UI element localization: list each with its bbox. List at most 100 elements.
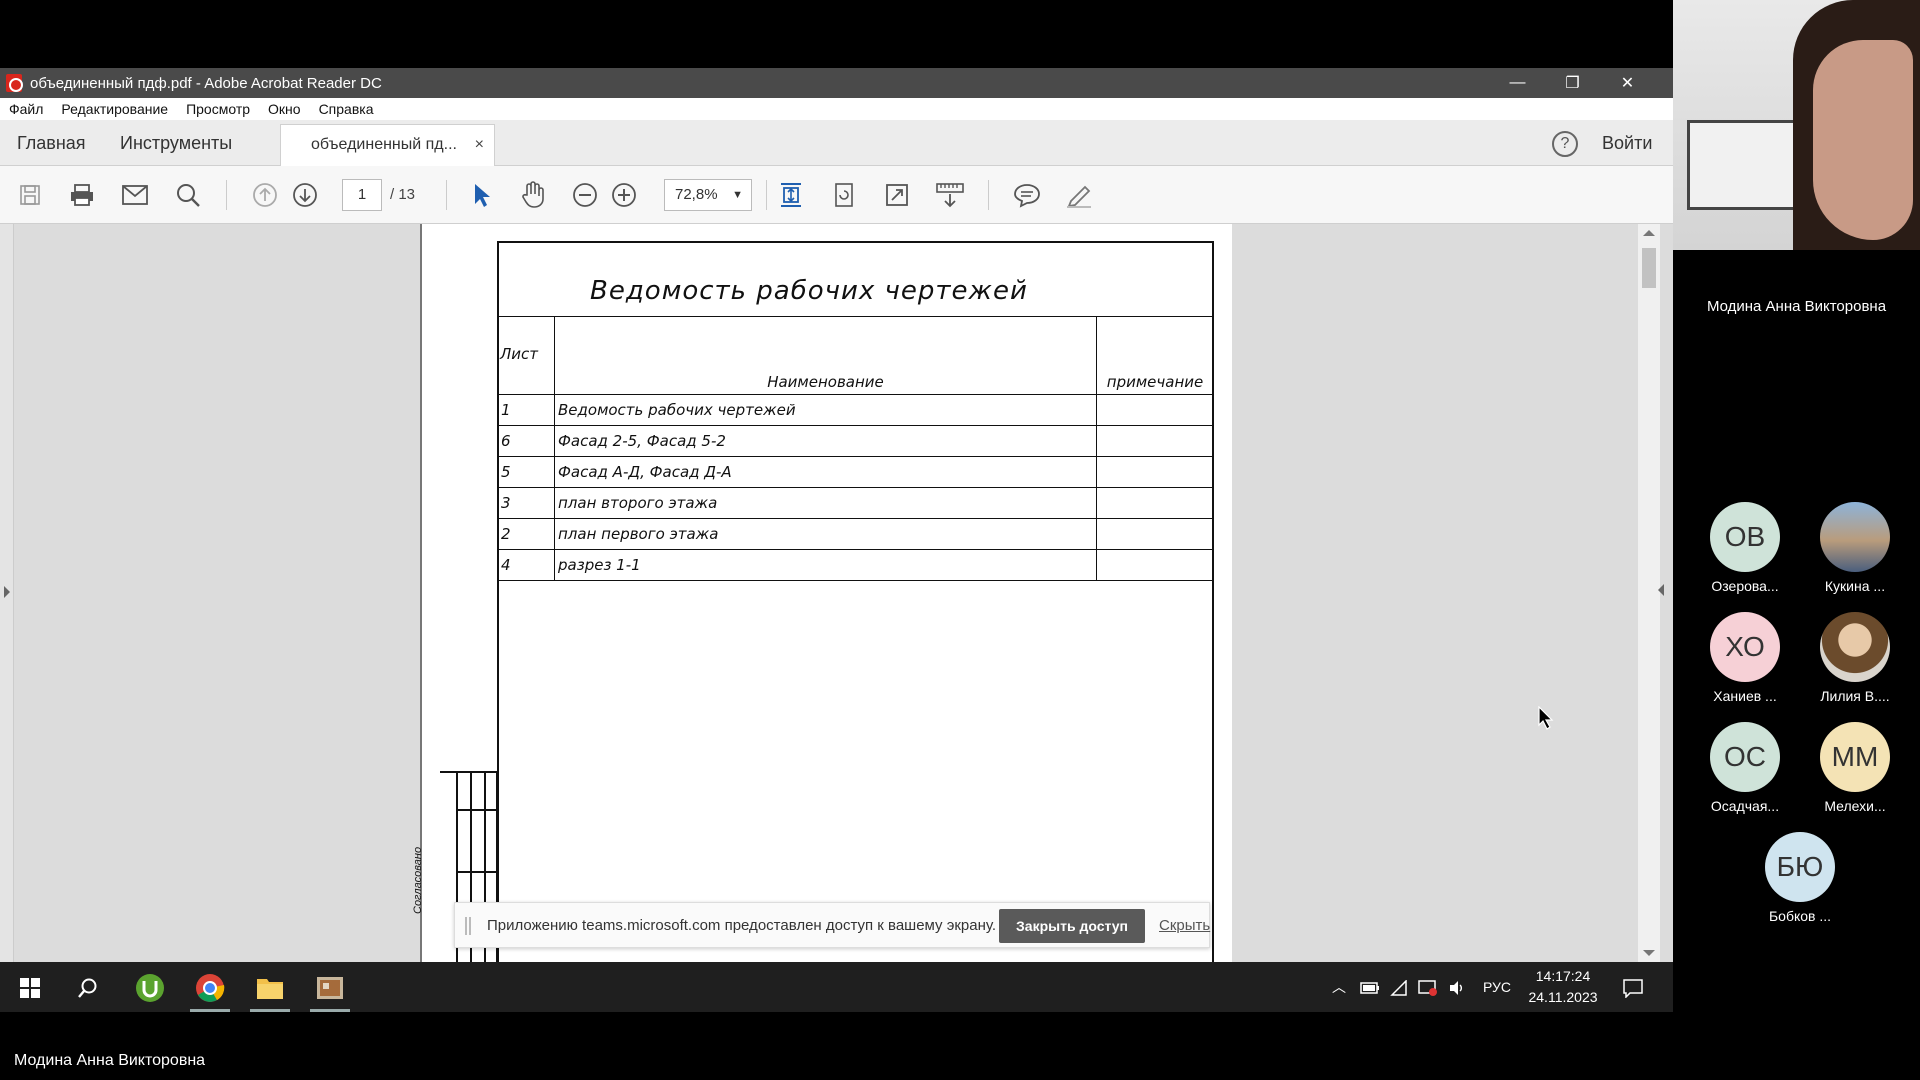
chrome-icon[interactable] xyxy=(188,970,232,1012)
participants-panel: Модина Анна Викторовна ОВ Озерова... Кук… xyxy=(1673,0,1920,1080)
cell-note xyxy=(1096,487,1214,519)
participant-name: Бобков ... xyxy=(1768,908,1832,924)
menu-edit[interactable]: Редактирование xyxy=(52,101,177,117)
participant-tile[interactable]: Кукина ... xyxy=(1800,502,1910,594)
start-icon[interactable] xyxy=(8,970,52,1006)
scroll-mode-icon[interactable] xyxy=(933,178,967,212)
save-icon[interactable] xyxy=(13,178,47,212)
tab-document-label: объединенный пд... xyxy=(311,136,457,153)
scroll-thumb[interactable] xyxy=(1642,248,1656,288)
menu-bar: Файл Редактирование Просмотр Окно Справк… xyxy=(0,98,1673,120)
cell-note xyxy=(1096,518,1214,550)
participant-tile[interactable]: ОС Осадчая... xyxy=(1690,722,1800,814)
cell-sheet: 3 xyxy=(497,487,555,519)
search-icon[interactable] xyxy=(171,178,205,212)
menu-view[interactable]: Просмотр xyxy=(177,101,259,117)
table-row: 3 план второго этажа xyxy=(497,487,1214,519)
comment-icon[interactable] xyxy=(1010,178,1044,212)
fullscreen-icon[interactable] xyxy=(880,178,914,212)
avatar: ММ xyxy=(1820,722,1890,792)
avatar xyxy=(1820,502,1890,572)
print-icon[interactable] xyxy=(65,178,99,212)
screen-share-banner: Приложению teams.microsoft.com предостав… xyxy=(454,902,1210,948)
help-icon[interactable]: ? xyxy=(1552,131,1578,157)
menu-window[interactable]: Окно xyxy=(259,101,310,117)
vertical-scrollbar[interactable] xyxy=(1638,224,1660,962)
menu-help[interactable]: Справка xyxy=(310,101,383,117)
header-name: Наименование xyxy=(554,316,1097,395)
language-indicator[interactable]: РУС xyxy=(1483,962,1511,1012)
right-panel-toggle[interactable] xyxy=(1658,584,1664,596)
scroll-up-icon[interactable] xyxy=(1643,230,1655,236)
cell-note xyxy=(1096,425,1214,457)
volume-icon[interactable] xyxy=(1448,962,1466,1012)
tab-close-icon[interactable]: × xyxy=(475,125,484,165)
security-icon[interactable] xyxy=(1418,962,1438,1012)
table-row: 1 Ведомость рабочих чертежей xyxy=(497,394,1214,426)
participant-name: Осадчая... xyxy=(1710,798,1780,814)
header-note: примечание xyxy=(1096,316,1214,395)
cell-note xyxy=(1096,549,1214,581)
page-up-icon[interactable] xyxy=(248,178,282,212)
drawings-table: Лист Наименование примечание 1 Ведомость… xyxy=(497,316,1214,581)
zoom-out-icon[interactable] xyxy=(568,178,602,212)
hand-icon[interactable] xyxy=(516,178,550,212)
toolbar: 1 / 13 72,8% ▼ xyxy=(0,166,1673,224)
page-number-input[interactable]: 1 xyxy=(342,179,382,211)
minimize-button[interactable]: — xyxy=(1490,68,1545,98)
maximize-button[interactable]: ❐ xyxy=(1545,68,1600,98)
cell-note xyxy=(1096,394,1214,426)
tab-document[interactable]: объединенный пд... × xyxy=(280,124,495,166)
chevron-up-icon[interactable]: ︿ xyxy=(1332,962,1346,1012)
participant-tile[interactable]: ММ Мелехи... xyxy=(1800,722,1910,814)
cell-sheet: 6 xyxy=(497,425,555,457)
participant-tile[interactable]: Лилия В.... xyxy=(1800,612,1910,704)
acrobat-taskbar-icon[interactable] xyxy=(308,970,352,1012)
login-button[interactable]: Войти xyxy=(1602,120,1652,166)
avatar: БЮ xyxy=(1765,832,1835,902)
clock[interactable]: 14:17:24 24.11.2023 xyxy=(1520,966,1606,1008)
utorrent-icon[interactable] xyxy=(128,970,172,1006)
menu-file[interactable]: Файл xyxy=(0,101,52,117)
participant-tile[interactable]: ХО Ханиев ... xyxy=(1690,612,1800,704)
fit-page-icon[interactable] xyxy=(774,178,808,212)
select-icon[interactable] xyxy=(464,178,498,212)
tab-bar: Главная Инструменты объединенный пд... ×… xyxy=(0,120,1673,166)
window-title: объединенный пдф.pdf - Adobe Acrobat Rea… xyxy=(30,74,382,92)
stop-sharing-button[interactable]: Закрыть доступ xyxy=(999,909,1145,943)
highlight-icon[interactable] xyxy=(1062,178,1096,212)
shared-screen: объединенный пдф.pdf - Adobe Acrobat Rea… xyxy=(0,0,1673,1080)
notification-icon[interactable] xyxy=(1622,962,1644,1012)
presenter-video-name: Модина Анна Викторовна xyxy=(1706,298,1887,315)
page-down-icon[interactable] xyxy=(288,178,322,212)
search-icon[interactable] xyxy=(66,970,110,1006)
participant-tile[interactable]: БЮ Бобков ... xyxy=(1745,832,1855,924)
zoom-in-icon[interactable] xyxy=(607,178,641,212)
file-explorer-icon[interactable] xyxy=(248,970,292,1012)
cell-sheet: 1 xyxy=(497,394,555,426)
email-icon[interactable] xyxy=(118,178,152,212)
participant-name: Лилия В.... xyxy=(1820,688,1890,704)
cell-sheet: 4 xyxy=(497,549,555,581)
avatar: ОС xyxy=(1710,722,1780,792)
tab-tools[interactable]: Инструменты xyxy=(120,120,232,166)
share-message: Приложению teams.microsoft.com предостав… xyxy=(487,917,997,934)
battery-icon[interactable] xyxy=(1360,962,1380,1012)
wifi-icon[interactable] xyxy=(1390,962,1408,1012)
participant-tile[interactable]: ОВ Озерова... xyxy=(1690,502,1800,594)
left-panel-toggle[interactable] xyxy=(0,224,14,962)
tab-home[interactable]: Главная xyxy=(17,120,86,166)
hide-banner-link[interactable]: Скрыть xyxy=(1159,903,1210,949)
cell-sheet: 5 xyxy=(497,456,555,488)
rotate-icon[interactable] xyxy=(827,178,861,212)
close-button[interactable]: ✕ xyxy=(1600,68,1655,98)
zoom-select[interactable]: 72,8% ▼ xyxy=(664,179,752,211)
header-sheet: Лист xyxy=(497,316,555,395)
drag-handle-icon[interactable] xyxy=(465,917,471,935)
cell-name: план первого этажа xyxy=(554,518,1097,550)
clock-time: 14:17:24 xyxy=(1535,968,1591,984)
presenter-video[interactable]: Модина Анна Викторовна xyxy=(1673,0,1920,325)
document-title: Ведомость рабочих чертежей xyxy=(590,276,1028,306)
scroll-down-icon[interactable] xyxy=(1643,950,1655,956)
document-area[interactable]: Ведомость рабочих чертежей Лист Наименов… xyxy=(0,224,1673,981)
